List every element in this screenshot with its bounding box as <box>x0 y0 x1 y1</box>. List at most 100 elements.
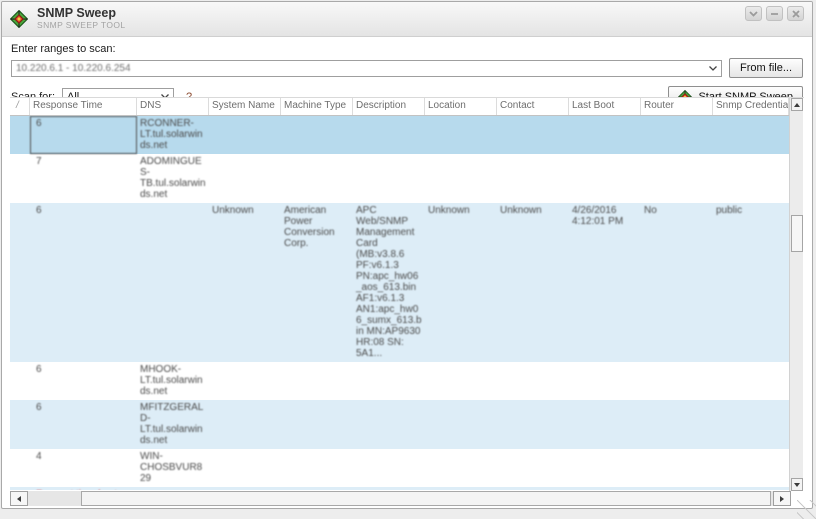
cell-location <box>425 362 497 400</box>
cell-snmp-credential <box>713 487 789 490</box>
from-file-button[interactable]: From file... <box>729 58 803 78</box>
scroll-right-button[interactable] <box>773 491 791 506</box>
horizontal-scroll-track[interactable] <box>28 491 81 506</box>
cell-dns: WIN-CHOSBVUR829 <box>140 451 203 484</box>
cell-machine-type <box>281 362 353 400</box>
column-header-router[interactable]: Router <box>641 98 713 115</box>
cell-router <box>641 362 713 400</box>
minimize-button[interactable] <box>766 6 783 21</box>
cell-response-time: 6 <box>36 364 42 375</box>
minus-icon <box>770 11 779 17</box>
cell-router <box>641 400 713 449</box>
table-body: 6 RCONNER-LT.tul.solarwinds.net 7 ADOMINGUE… <box>10 116 789 490</box>
chevron-down-icon <box>709 65 718 71</box>
cell-dns: MFITZGERALD-LT.tul.solarwinds.net <box>140 402 204 446</box>
table-row[interactable]: 6 Unknown American Power Conversion Corp. A… <box>10 203 789 362</box>
cell-response-time: Request timed out. <box>30 487 137 490</box>
column-header-location[interactable]: Location <box>425 98 497 115</box>
arrow-left-icon <box>17 495 21 502</box>
range-value: 10.220.6.1 - 10.220.6.254 <box>16 62 131 74</box>
vertical-scrollbar[interactable] <box>789 98 803 491</box>
table-header-row: / Response Time DNS System Name Machine Type… <box>10 98 789 116</box>
cell-last-boot: 4/26/2016 4:12:01 PM <box>572 205 624 227</box>
column-header-description[interactable]: Description <box>353 98 425 115</box>
arrow-up-icon <box>794 102 800 107</box>
table-row[interactable]: Request timed out. <box>10 487 789 490</box>
row-indicator <box>10 116 30 154</box>
cell-snmp-credential <box>713 400 789 449</box>
cell-system-name <box>209 449 281 487</box>
cell-response-time: 6 <box>30 116 137 154</box>
column-header-snmp-credential[interactable]: Snmp Credential <box>713 98 789 115</box>
cell-last-boot <box>569 487 641 490</box>
window-controls <box>745 6 804 21</box>
cell-location <box>425 400 497 449</box>
scroll-left-button[interactable] <box>10 491 28 506</box>
row-indicator <box>10 449 30 487</box>
snmp-sweep-app-icon <box>10 10 28 28</box>
cell-description <box>353 116 425 154</box>
vertical-scroll-thumb[interactable] <box>791 215 803 252</box>
cell-snmp-credential <box>713 449 789 487</box>
cell-router: No <box>644 205 657 216</box>
column-header-last-boot[interactable]: Last Boot <box>569 98 641 115</box>
cell-machine-type <box>281 487 353 490</box>
row-indicator <box>10 487 30 490</box>
scroll-down-button[interactable] <box>791 478 803 491</box>
resize-grip[interactable] <box>797 500 816 519</box>
cell-contact <box>497 400 569 449</box>
title-bar: SNMP Sweep SNMP SWEEP TOOL <box>2 2 812 37</box>
table-row[interactable]: 6 MFITZGERALD-LT.tul.solarwinds.net <box>10 400 789 449</box>
chevron-down-icon <box>749 10 758 17</box>
cell-system-name <box>209 116 281 154</box>
cell-last-boot <box>569 449 641 487</box>
cell-machine-type <box>281 116 353 154</box>
column-header-dns[interactable]: DNS <box>137 98 209 115</box>
cell-router <box>641 449 713 487</box>
row-indicator <box>10 154 30 203</box>
cell-router <box>641 154 713 203</box>
table-row[interactable]: 6 MHOOK-LT.tul.solarwinds.net <box>10 362 789 400</box>
cell-location <box>425 449 497 487</box>
select-all-corner[interactable]: / <box>10 98 30 115</box>
column-header-machine-type[interactable]: Machine Type <box>281 98 353 115</box>
cell-machine-type <box>281 449 353 487</box>
cell-snmp-credential <box>713 362 789 400</box>
table-row[interactable]: 4 WIN-CHOSBVUR829 <box>10 449 789 487</box>
column-header-contact[interactable]: Contact <box>497 98 569 115</box>
cell-contact: Unknown <box>500 205 542 216</box>
cell-contact <box>497 116 569 154</box>
row-indicator <box>10 203 30 362</box>
cell-contact <box>497 362 569 400</box>
cell-dns: ADOMINGUES-TB.tul.solarwinds.net <box>140 156 206 200</box>
cell-description <box>353 362 425 400</box>
cell-description <box>353 154 425 203</box>
cell-location <box>425 487 497 490</box>
cell-system-name <box>209 362 281 400</box>
cell-description <box>353 487 425 490</box>
cell-description <box>353 449 425 487</box>
column-header-system-name[interactable]: System Name <box>209 98 281 115</box>
cell-last-boot <box>569 116 641 154</box>
cell-machine-type <box>281 154 353 203</box>
row-indicator <box>10 362 30 400</box>
collapse-button[interactable] <box>745 6 762 21</box>
table-row[interactable]: 7 ADOMINGUES-TB.tul.solarwinds.net <box>10 154 789 203</box>
cell-system-name <box>209 400 281 449</box>
cell-dns <box>137 203 209 362</box>
close-icon <box>791 9 800 18</box>
cell-dns <box>137 487 209 490</box>
range-combobox[interactable]: 10.220.6.1 - 10.220.6.254 <box>11 59 723 77</box>
column-header-response-time[interactable]: Response Time <box>30 98 137 115</box>
cell-machine-type <box>281 400 353 449</box>
table-row[interactable]: 6 RCONNER-LT.tul.solarwinds.net <box>10 116 789 154</box>
cell-last-boot <box>569 154 641 203</box>
cell-system-name <box>209 487 281 490</box>
horizontal-scrollbar[interactable] <box>10 491 791 506</box>
window-title: SNMP Sweep <box>37 6 116 21</box>
scroll-up-button[interactable] <box>791 98 803 111</box>
row-indicator <box>10 400 30 449</box>
close-button[interactable] <box>787 6 804 21</box>
cell-router <box>641 487 713 490</box>
horizontal-scroll-thumb[interactable] <box>81 491 771 506</box>
